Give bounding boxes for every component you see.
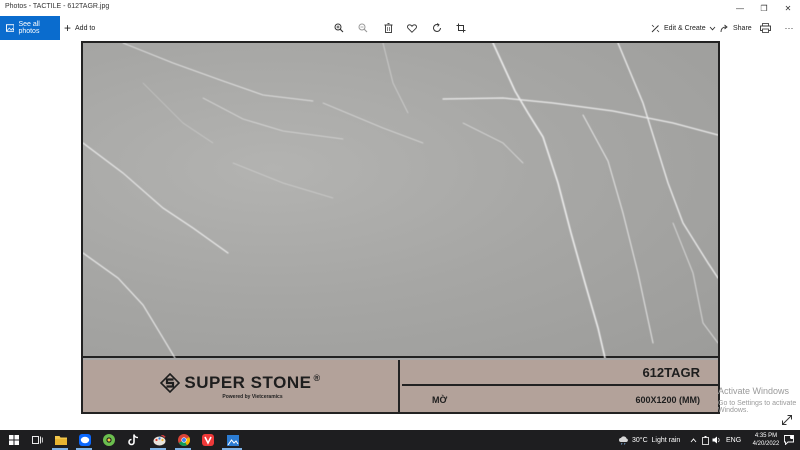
language-indicator[interactable]: ENG — [726, 430, 741, 450]
see-all-photos-button[interactable]: See all photos — [0, 16, 60, 40]
tiktok-icon[interactable] — [126, 433, 140, 447]
file-explorer-icon[interactable] — [54, 433, 68, 447]
fullscreen-expand-icon[interactable] — [781, 413, 793, 425]
chevron-up-icon[interactable] — [690, 430, 697, 450]
print-icon[interactable] — [757, 20, 773, 36]
product-label: SUPER STONE ® Powered by Vietceramics 612… — [83, 360, 718, 412]
task-view-icon[interactable] — [30, 433, 44, 447]
brand-name: SUPER STONE ® — [184, 373, 320, 393]
activation-watermark-subtitle: Go to Settings to activate Windows. — [718, 400, 797, 414]
photos-icon[interactable] — [226, 433, 240, 447]
heart-icon[interactable] — [404, 20, 420, 36]
notification-icon[interactable] — [784, 430, 794, 450]
android-icon[interactable] — [102, 433, 116, 447]
zalo-icon[interactable] — [78, 433, 92, 447]
add-to-button[interactable]: + Add to — [64, 16, 95, 40]
add-icon: + — [64, 21, 72, 35]
close-button[interactable]: ✕ — [776, 0, 800, 16]
crop-icon[interactable] — [453, 20, 469, 36]
vivaldi-icon[interactable] — [201, 433, 215, 447]
system-clock[interactable]: 4:35 PM 4/20/2022 — [742, 432, 790, 448]
marble-stone-texture — [83, 43, 718, 358]
finish-size-row: MỜ 600X1200 (MM) — [402, 388, 718, 412]
marble-veins — [83, 43, 718, 358]
share-button[interactable]: Share — [720, 16, 752, 40]
see-all-photos-label: See all photos — [18, 21, 40, 35]
battery-icon[interactable] — [702, 430, 709, 450]
product-code: 612TAGR — [402, 360, 718, 386]
more-icon[interactable]: ··· — [781, 20, 797, 36]
volume-icon[interactable] — [712, 430, 721, 450]
size-text: 600X1200 (MM) — [635, 395, 700, 405]
share-label: Share — [733, 24, 752, 32]
cloud-rain-icon — [619, 435, 628, 445]
zoom-in-icon[interactable] — [331, 20, 347, 36]
brand-name-text: SUPER STONE — [184, 372, 312, 392]
title-bar: Photos - TACTILE - 612TAGR.jpg — ❐ ✕ — [0, 0, 800, 16]
product-photo: SUPER STONE ® Powered by Vietceramics 612… — [81, 41, 720, 414]
window-title: Photos - TACTILE - 612TAGR.jpg — [5, 3, 110, 10]
zoom-out-icon[interactable] — [355, 20, 371, 36]
image-viewer: SUPER STONE ® Powered by Vietceramics 612… — [0, 40, 800, 430]
share-icon — [720, 24, 728, 32]
paint-icon[interactable] — [152, 433, 166, 447]
rotate-icon[interactable] — [429, 20, 445, 36]
activation-watermark-title: Activate Windows — [718, 386, 790, 396]
clock-date: 4/20/2022 — [752, 441, 780, 447]
brand-block: SUPER STONE ® Powered by Vietceramics — [83, 360, 400, 412]
minimize-button[interactable]: — — [728, 0, 752, 16]
windows-start-icon[interactable] — [7, 433, 21, 447]
edit-create-label: Edit & Create — [664, 24, 706, 32]
edit-create-button[interactable]: Edit & Create — [651, 16, 720, 40]
finish-text: MỜ — [432, 395, 448, 405]
add-to-label: Add to — [75, 24, 96, 32]
delete-icon[interactable] — [380, 20, 396, 36]
maximize-button[interactable]: ❐ — [752, 0, 776, 16]
weather-widget[interactable]: 30°C Light rain — [618, 430, 680, 450]
weather-text: 30°C Light rain — [632, 436, 681, 444]
chrome-icon[interactable] — [177, 433, 191, 447]
photos-collection-icon — [6, 24, 15, 32]
windows-taskbar: 30°C Light rain ENG 4:35 PM 4/20/2022 — [0, 430, 800, 450]
spec-block: 612TAGR MỜ 600X1200 (MM) — [402, 360, 718, 412]
clock-time: 4:35 PM — [754, 433, 778, 439]
chevron-down-icon — [709, 26, 715, 30]
edit-create-icon — [651, 24, 660, 32]
photos-toolbar: See all photos + Add to Edit & Create Sh… — [0, 16, 800, 40]
super-stone-logo-icon — [160, 372, 181, 393]
powered-by-text: Powered by Vietceramics — [222, 393, 283, 400]
registered-mark: ® — [313, 372, 321, 383]
